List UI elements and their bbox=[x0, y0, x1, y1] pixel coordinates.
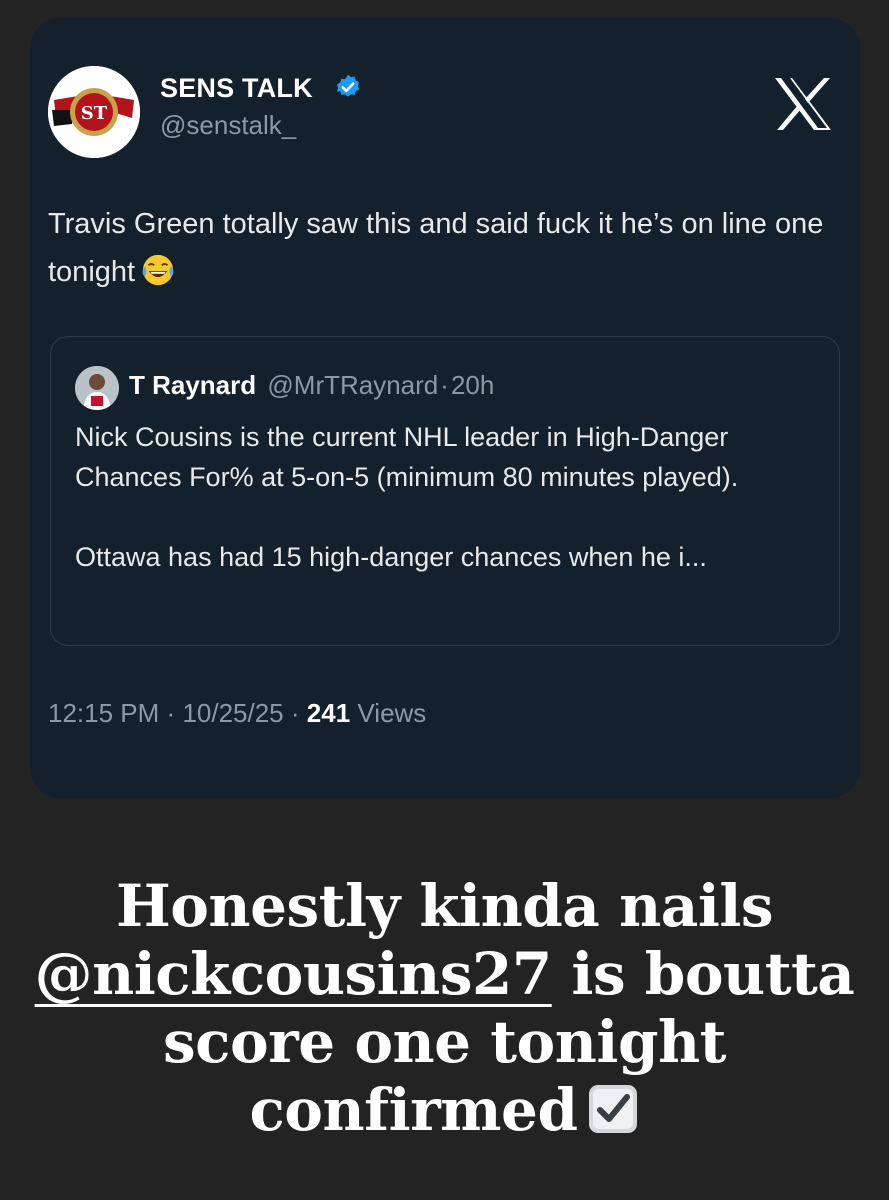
caption-line-1: Honestly kinda nails bbox=[115, 872, 774, 940]
views-label: Views bbox=[357, 698, 427, 728]
caption-line-2: @nickcousins27 is boutta bbox=[0, 940, 889, 1008]
meta-separator: · bbox=[166, 698, 176, 728]
author-handle[interactable]: @senstalk_ bbox=[160, 110, 296, 141]
x-logo-icon[interactable] bbox=[772, 76, 834, 132]
person-photo-icon bbox=[75, 366, 119, 410]
quoted-paragraph-1: Nick Cousins is the current NHL leader i… bbox=[75, 422, 739, 492]
quoted-paragraph-2: Ottawa has had 15 high-danger chances wh… bbox=[75, 542, 707, 572]
quoted-author-avatar[interactable] bbox=[75, 366, 119, 410]
story-canvas: ST SENS TALK @senstalk_ Travis Green tot… bbox=[0, 0, 889, 1200]
author-name[interactable]: SENS TALK bbox=[160, 73, 313, 104]
caption-line-3: score one tonight bbox=[163, 1008, 726, 1076]
quoted-author-handle[interactable]: @MrTRaynard bbox=[267, 370, 438, 400]
caption-line-4: confirmed bbox=[0, 1076, 889, 1144]
tweet-card[interactable]: ST SENS TALK @senstalk_ Travis Green tot… bbox=[30, 18, 860, 798]
meta-separator: · bbox=[290, 698, 300, 728]
caption-line-4-text: confirmed bbox=[249, 1076, 578, 1144]
svg-text:ST: ST bbox=[81, 103, 108, 124]
views-count[interactable]: 241 bbox=[307, 698, 350, 728]
check-box-emoji-icon bbox=[588, 1085, 637, 1133]
mention-link[interactable]: @nickcousins27 bbox=[35, 940, 553, 1008]
tweet-date[interactable]: 10/25/25 bbox=[182, 698, 283, 728]
quoted-separator: · bbox=[440, 370, 449, 400]
sens-talk-logo-icon: ST bbox=[48, 66, 140, 158]
quoted-age: 20h bbox=[450, 370, 495, 400]
quoted-header: T Raynard @MrTRaynard·20h bbox=[129, 370, 494, 401]
laughing-emoji-icon bbox=[142, 254, 174, 286]
quoted-tweet[interactable]: T Raynard @MrTRaynard·20h Nick Cousins i… bbox=[50, 336, 840, 646]
tweet-time[interactable]: 12:15 PM bbox=[48, 698, 159, 728]
story-caption: Honestly kinda nails @nickcousins27 is b… bbox=[0, 872, 889, 1144]
caption-line-2-rest: is boutta bbox=[551, 940, 855, 1008]
quoted-author-name[interactable]: T Raynard bbox=[129, 370, 256, 400]
quoted-text: Nick Cousins is the current NHL leader i… bbox=[75, 417, 815, 577]
verified-badge-icon bbox=[336, 74, 360, 97]
tweet-metadata: 12:15 PM · 10/25/25 · 241 Views bbox=[48, 698, 426, 729]
tweet-text: Travis Green totally saw this and said f… bbox=[48, 200, 848, 296]
author-avatar[interactable]: ST bbox=[48, 66, 140, 158]
